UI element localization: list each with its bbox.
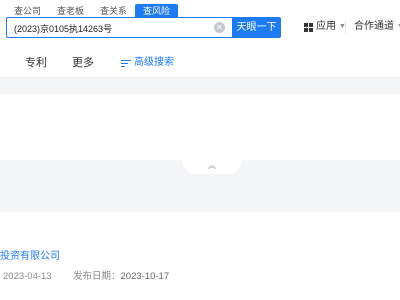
- publish-date-row: 发布日期：2023-10-17: [73, 271, 169, 283]
- tab-boss[interactable]: 查老板: [49, 4, 92, 18]
- clear-icon[interactable]: ✕: [214, 22, 225, 33]
- nav-item-more[interactable]: 更多: [72, 56, 94, 70]
- result-card: [0, 212, 400, 300]
- filing-date: 2023-04-13: [3, 271, 52, 282]
- top-bar: 查公司 查老板 查关系 查风险 ✕ 天眼一下 应用 ▼ 合作通道 ▼: [0, 0, 400, 48]
- company-name-link[interactable]: 投资有限公司: [0, 250, 60, 264]
- nav-item-patent[interactable]: 专利: [25, 56, 47, 70]
- tab-relation[interactable]: 查关系: [92, 4, 135, 18]
- apps-grid-icon: [304, 22, 313, 32]
- collapse-toggle[interactable]: ︽: [182, 160, 242, 174]
- category-nav: 专利 更多 高级搜索: [0, 48, 400, 78]
- apps-label: 应用: [316, 21, 336, 32]
- cooperation-label: 合作通道: [354, 21, 394, 32]
- header-divider: [345, 21, 346, 33]
- advanced-search-label: 高级搜索: [134, 57, 174, 68]
- advanced-search-link[interactable]: 高级搜索: [121, 57, 174, 69]
- filter-icon: [121, 59, 131, 68]
- tab-risk[interactable]: 查风险: [135, 4, 179, 18]
- search-button[interactable]: 天眼一下: [232, 17, 281, 38]
- search-box: ✕: [6, 17, 232, 38]
- apps-menu[interactable]: 应用 ▼: [304, 20, 346, 34]
- tab-company[interactable]: 查公司: [6, 4, 49, 18]
- cooperation-menu[interactable]: 合作通道 ▼: [354, 20, 400, 34]
- publish-date-label: 发布日期：: [73, 271, 121, 282]
- publish-date-value: 2023-10-17: [120, 271, 170, 282]
- filter-panel: [0, 94, 400, 160]
- chevron-up-icon: ︽: [208, 161, 216, 170]
- search-type-tabs: 查公司 查老板 查关系 查风险: [6, 4, 179, 18]
- search-input[interactable]: [14, 21, 209, 35]
